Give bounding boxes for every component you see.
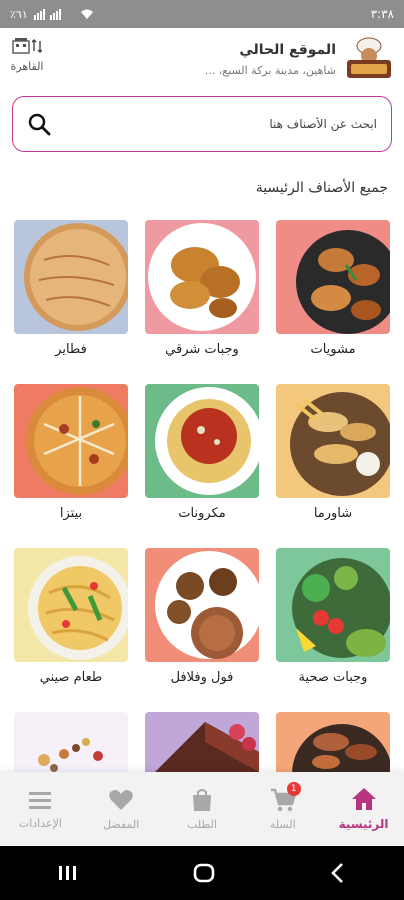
location-address: شاهين، مدينة بركة السبع، ... [204,63,336,77]
category-image-shawarma [276,384,390,498]
status-icons: ٪٦١ [10,8,94,21]
nav-favorites-label: المفضل [103,817,140,831]
status-time: ٣:٣٨ [370,7,394,21]
category-label: مشويات [310,342,356,357]
back-icon[interactable] [329,862,347,884]
search-input[interactable] [77,117,377,131]
search-bar[interactable] [12,96,392,152]
category-oriental-meals[interactable]: وجبات شرقي [145,220,259,384]
city-label: القاهرة [10,60,44,73]
category-label: طعام صيني [39,670,103,685]
category-chinese-food[interactable]: طعام صيني [14,548,128,712]
category-image-pies [14,220,128,334]
category-image-oriental-meals [145,220,259,334]
category-image-pasta [145,384,259,498]
category-shawarma[interactable]: شاورما [276,384,390,548]
current-location[interactable]: الموقع الحالي شاهين، مدينة بركة السبع، .… [205,36,394,82]
category-label: شاورما [313,506,353,521]
category-label: فطاير [55,342,87,357]
category-image-foul-falafel [145,548,259,662]
wifi-icon [80,9,93,19]
category-image-grills [276,220,390,334]
status-bar: ٪٦١ ٣:٣٨ [0,0,404,28]
battery-level: ٪٦١ [10,7,28,21]
heart-icon [109,789,133,810]
city-switch-button[interactable]: القاهرة [6,36,48,73]
location-text: الموقع الحالي شاهين، مدينة بركة السبع، .… [205,42,336,77]
nav-home-label: الرئيسية [338,817,389,831]
system-nav-bar [0,846,404,900]
chef-logo-icon [344,36,394,82]
recent-apps-icon[interactable] [57,863,79,883]
category-label: بيتزا [59,506,83,521]
category-healthy-meals[interactable]: وجبات صحية [276,548,390,712]
home-icon [351,788,376,810]
nav-cart-label: السلة [269,817,296,831]
category-label: وجبات شرقي [165,342,239,357]
category-pies[interactable]: فطاير [14,220,128,384]
category-pizza[interactable]: بيتزا [14,384,128,548]
category-pasta[interactable]: مكرونات [145,384,259,548]
category-grills[interactable]: مشويات [276,220,390,384]
nav-settings-label: الإعدادات [18,816,62,830]
section-title: جميع الأصناف الرئيسية [255,180,388,196]
bottom-nav: الرئيسية 1 السلة الطلب المفضل الإعدادات [0,772,404,846]
cart-badge: 1 [286,781,301,796]
search-icon[interactable] [27,112,51,136]
nav-orders-label: الطلب [187,817,217,831]
nav-cart[interactable]: 1 السلة [243,781,323,831]
swap-icon [32,39,42,53]
nav-home[interactable]: الرئيسية [324,787,404,831]
category-image-healthy-meals [276,548,390,662]
nav-orders[interactable]: الطلب [162,788,242,831]
nav-settings[interactable]: الإعدادات [0,789,80,830]
shopping-bag-icon [192,788,211,811]
category-image-chinese-food [14,548,128,662]
header: الموقع الحالي شاهين، مدينة بركة السبع، .… [0,30,404,90]
home-circle-icon[interactable] [192,861,216,885]
category-label: فول وفلافل [170,670,234,685]
location-title: الموقع الحالي [239,41,336,58]
nav-favorites[interactable]: المفضل [81,788,161,831]
category-label: مكرونات [178,506,226,521]
category-foul-falafel[interactable]: فول وفلافل [145,548,259,712]
category-label: وجبات صحية [298,670,368,685]
category-image-pizza [14,384,128,498]
city-icon [12,38,30,54]
menu-icon [29,791,52,809]
signal-icon [33,9,61,20]
